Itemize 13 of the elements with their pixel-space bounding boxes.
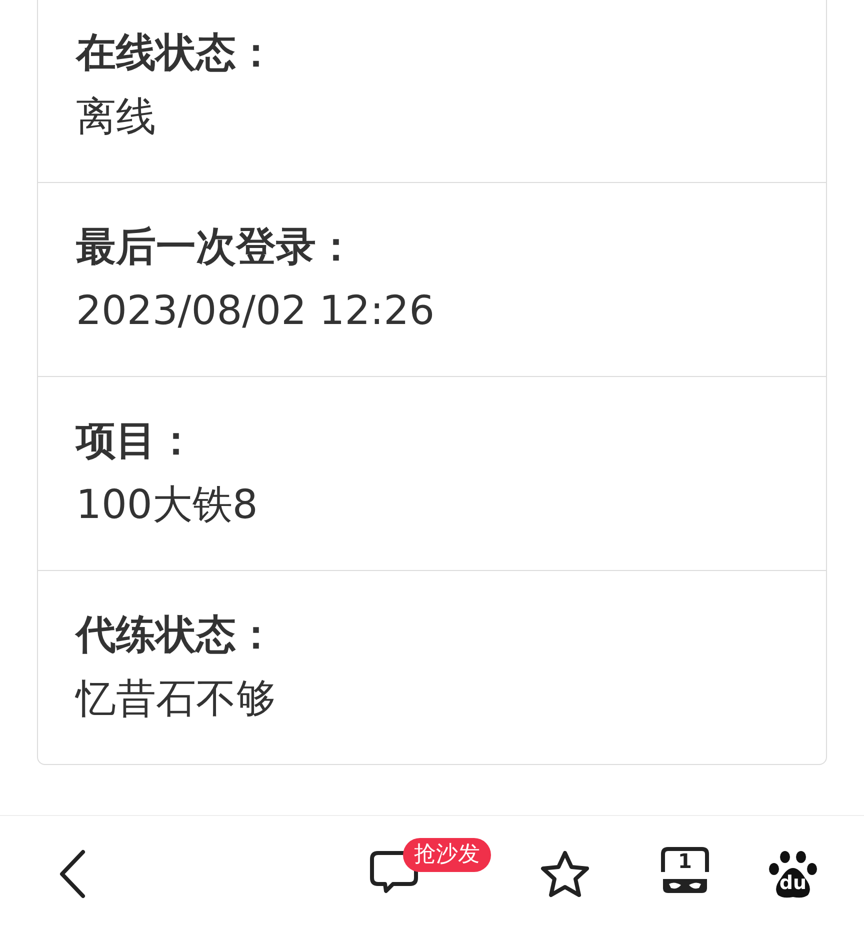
comment-button[interactable]: 抢沙发 <box>369 838 504 896</box>
field-label: 项目： <box>76 417 196 466</box>
field-label: 代练状态： <box>76 611 276 660</box>
field-value: 100大铁8 <box>76 481 258 530</box>
field-label: 在线状态： <box>76 29 276 78</box>
favorite-button[interactable] <box>538 849 592 899</box>
field-value: 忆昔石不够 <box>76 675 276 724</box>
field-value: 2023/08/02 12:26 <box>76 287 435 336</box>
field-value: 离线 <box>76 93 156 142</box>
field-label: 最后一次登录： <box>76 223 356 272</box>
baidu-logo-button[interactable]: du <box>768 850 818 900</box>
tabs-button[interactable]: 1 <box>660 846 710 902</box>
comment-badge: 抢沙发 <box>403 838 491 872</box>
